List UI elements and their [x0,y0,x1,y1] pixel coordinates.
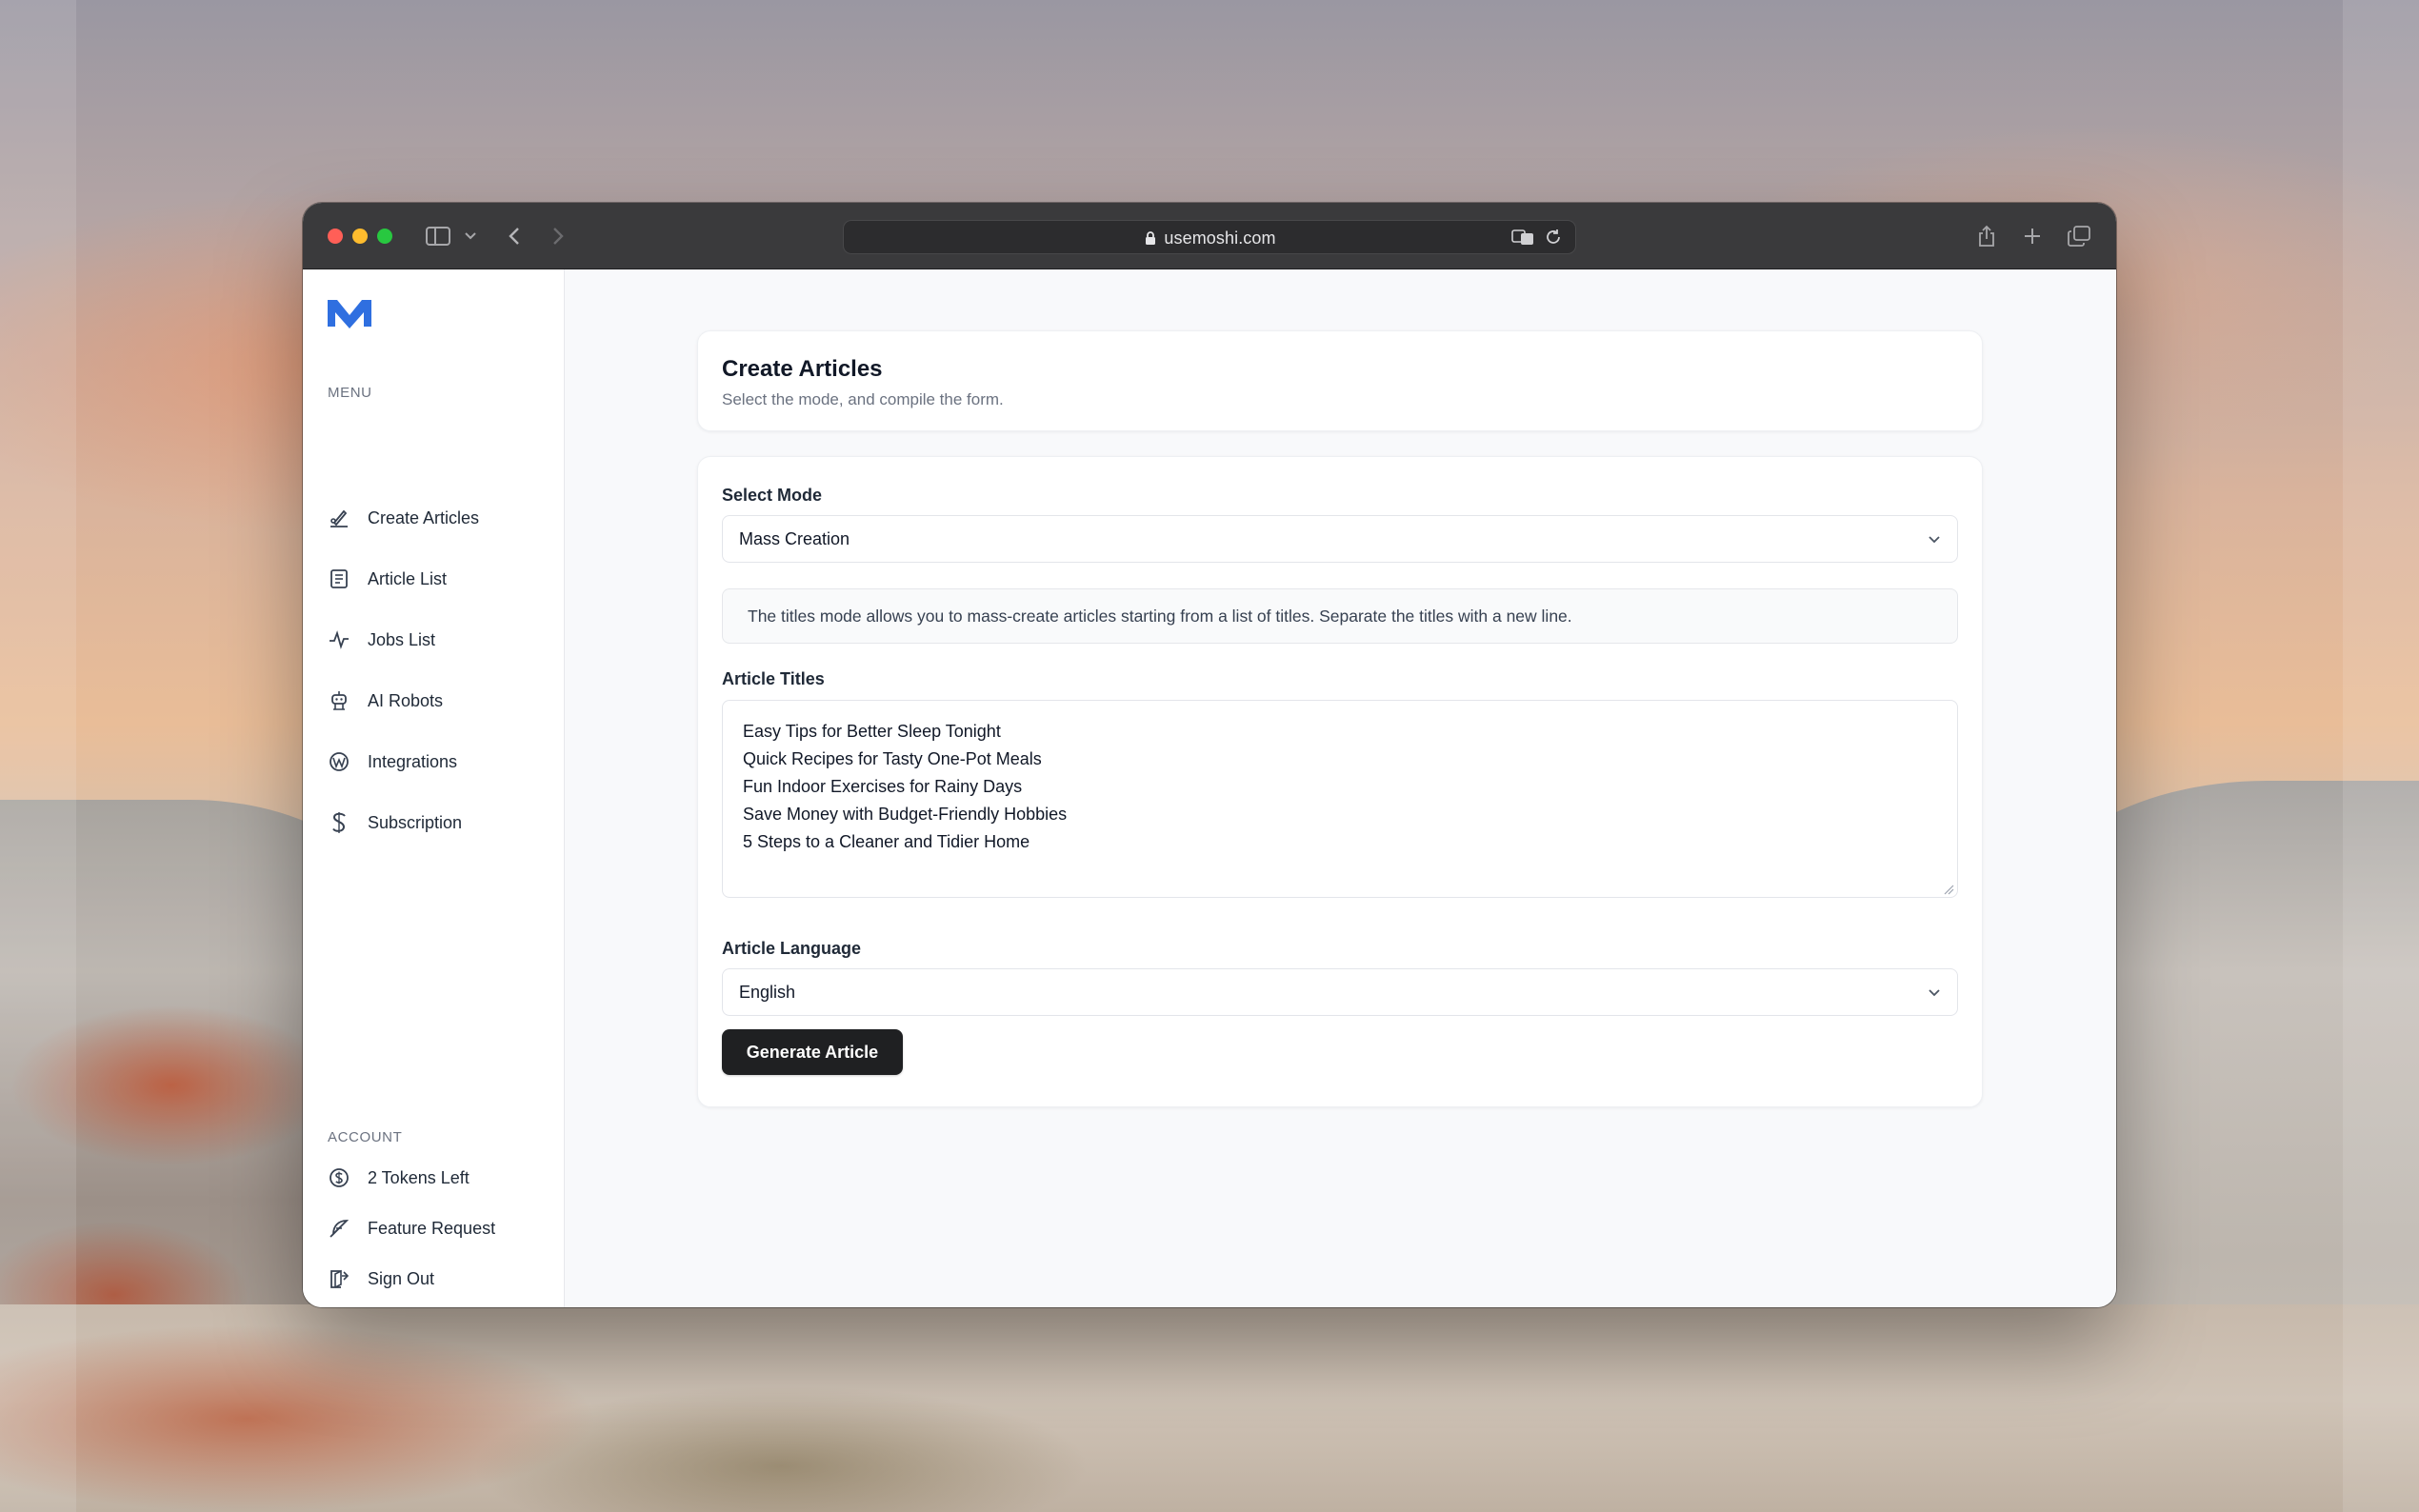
menu-section-label: MENU [328,385,372,401]
mode-select-value: Mass Creation [739,528,850,548]
address-url: usemoshi.com [1164,228,1276,248]
mode-select[interactable]: Mass Creation [722,515,1958,563]
resize-handle-icon[interactable] [1943,883,1954,895]
title-line: Fun Indoor Exercises for Rainy Days [743,777,1023,796]
translate-icon[interactable] [1510,221,1537,253]
wordpress-icon [328,750,350,773]
chevron-down-icon [1927,985,1942,1005]
list-icon [328,567,350,590]
title-line: Quick Recipes for Tasty One-Pot Meals [743,749,1042,768]
browser-toolbar: usemoshi.com [303,203,2116,269]
sidebar-item-label: Create Articles [368,507,480,527]
wallpaper-edge-left [0,0,76,1512]
moshi-logo[interactable] [326,298,373,330]
article-language-label: Article Language [722,939,862,958]
sidebar-item-ai-robots[interactable]: AI Robots [328,682,547,720]
page-subtitle: Select the mode, and compile the form. [722,390,1004,408]
close-window-button[interactable] [328,229,343,244]
mode-info-text: The titles mode allows you to mass-creat… [748,606,1572,626]
sidebar-item-integrations[interactable]: Integrations [328,743,547,781]
account-section-label: ACCOUNT [328,1129,403,1145]
chevron-down-icon[interactable] [463,220,478,252]
title-line: 5 Steps to a Cleaner and Tidier Home [743,832,1030,851]
language-select-value: English [739,982,796,1002]
reload-icon[interactable] [1543,221,1564,253]
dollar-s-icon [328,811,350,834]
sidebar-item-label: Jobs List [368,629,436,649]
coin-icon [328,1166,350,1189]
back-arrow-icon[interactable] [505,220,524,252]
sidebar-item-subscription[interactable]: Subscription [328,804,547,842]
robot-icon [328,689,350,712]
sidebar-item-label: Integrations [368,751,458,771]
page-header-card: Create Articles Select the mode, and com… [697,330,1983,431]
feature-request-item[interactable]: Feature Request [328,1209,547,1247]
feature-request-label: Feature Request [368,1218,496,1238]
sign-out-label: Sign Out [368,1268,435,1288]
address-bar[interactable]: usemoshi.com [843,220,1576,254]
forward-arrow-icon[interactable] [549,220,568,252]
title-line: Save Money with Budget-Friendly Hobbies [743,805,1068,824]
minimize-window-button[interactable] [352,229,368,244]
title-line: Easy Tips for Better Sleep Tonight [743,722,1001,741]
sidebar-toggle-icon[interactable] [425,220,451,252]
generate-article-button[interactable]: Generate Article [722,1029,903,1075]
zoom-window-button[interactable] [377,229,392,244]
tokens-left-label: 2 Tokens Left [368,1167,470,1187]
tokens-left-item[interactable]: 2 Tokens Left [328,1159,547,1197]
create-article-form: Select Mode Mass Creation The titles mod… [697,456,1983,1107]
new-tab-plus-icon[interactable] [2021,220,2044,252]
tab-overview-icon[interactable] [2067,220,2091,252]
sidebar-item-create-articles[interactable]: Create Articles [328,499,547,537]
sidebar-item-label: Subscription [368,812,463,832]
write-icon [328,507,350,529]
select-mode-label: Select Mode [722,486,823,505]
mode-info-box: The titles mode allows you to mass-creat… [722,588,1958,644]
sidebar-item-jobs-list[interactable]: Jobs List [328,621,547,659]
share-icon[interactable] [1975,220,1998,252]
browser-window: usemoshi.com MENU Create Articles Articl… [303,203,2116,1307]
wallpaper-edge-right [2343,0,2419,1512]
page-title: Create Articles [722,356,883,382]
sidebar-item-label: Article List [368,568,448,588]
article-titles-label: Article Titles [722,669,825,688]
lock-icon [1145,230,1156,246]
wallpaper-rock-bottom [0,1304,2419,1512]
sign-out-item[interactable]: Sign Out [328,1260,547,1298]
main-content: Create Articles Select the mode, and com… [565,269,2116,1307]
sidebar-item-article-list[interactable]: Article List [328,560,547,598]
activity-icon [328,628,350,651]
sidebar: MENU Create Articles Article List Jobs L… [303,269,565,1307]
exit-door-icon [328,1267,350,1290]
article-titles-textarea[interactable]: Easy Tips for Better Sleep Tonight Quick… [722,700,1958,898]
language-select[interactable]: English [722,968,1958,1016]
sidebar-item-label: AI Robots [368,690,444,710]
feather-icon [328,1217,350,1240]
chevron-down-icon [1927,531,1942,551]
